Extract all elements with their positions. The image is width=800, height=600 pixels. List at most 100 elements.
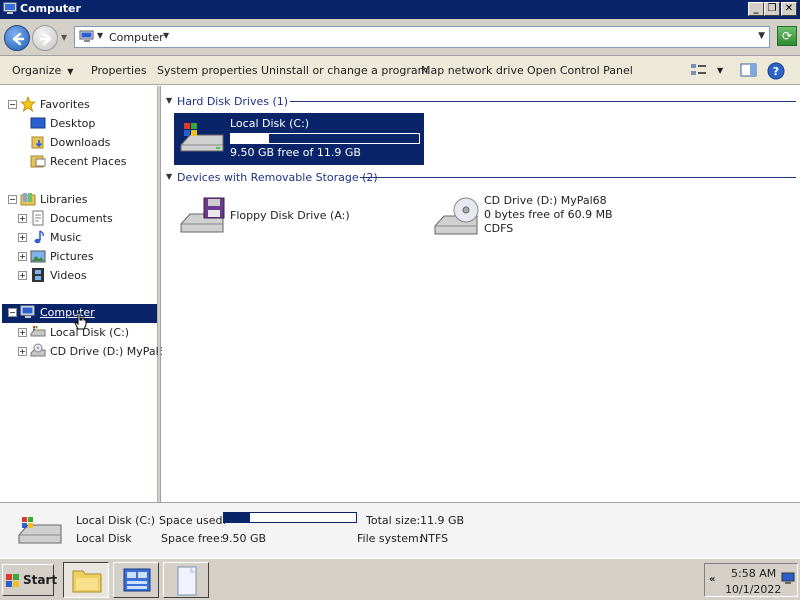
- expand-icon[interactable]: +: [18, 271, 27, 280]
- close-button[interactable]: ✕: [781, 2, 797, 16]
- address-field[interactable]: ▼ Computer ▼ ▼: [74, 26, 770, 48]
- network-icon[interactable]: [781, 572, 795, 586]
- tree-item-pictures[interactable]: + Pictures: [18, 248, 156, 266]
- minimize-button[interactable]: _: [748, 2, 764, 16]
- collapse-icon[interactable]: −: [8, 100, 17, 109]
- open-control-panel-button[interactable]: Open Control Panel: [527, 64, 633, 77]
- libraries-icon: [20, 193, 36, 206]
- drive-name: Floppy Disk Drive (A:): [230, 209, 350, 222]
- server-manager-icon: [123, 568, 151, 592]
- details-name: Local Disk (C:): [76, 514, 156, 527]
- breadcrumb-separator-icon[interactable]: ▼: [97, 31, 103, 40]
- recent-pages-dropdown-icon[interactable]: ▼: [61, 33, 67, 42]
- tree-item-label: Desktop: [50, 117, 96, 130]
- tree-item-label: Documents: [50, 212, 113, 225]
- address-dropdown-icon[interactable]: ▼: [758, 31, 765, 41]
- file-system-value: NTFS: [420, 532, 449, 545]
- collapse-group-icon[interactable]: ▼: [166, 96, 172, 105]
- tree-item-cd-drive[interactable]: + CD Drive (D:) MyPal68: [18, 343, 173, 361]
- drive-tile-floppy[interactable]: Floppy Disk Drive (A:): [174, 190, 424, 242]
- tree-item-label: Music: [50, 231, 82, 244]
- pane-splitter[interactable]: [158, 86, 161, 502]
- system-properties-button[interactable]: System properties: [157, 64, 258, 77]
- tree-item-videos[interactable]: + Videos: [18, 267, 156, 285]
- floppy-drive-icon: [180, 197, 225, 233]
- expand-icon[interactable]: +: [18, 214, 27, 223]
- document-icon: [177, 566, 197, 596]
- hard-drive-icon: [180, 123, 224, 152]
- folder-icon: [72, 570, 102, 593]
- tree-item-recent-places[interactable]: Recent Places: [18, 153, 156, 171]
- uninstall-program-button[interactable]: Uninstall or change a program: [261, 64, 428, 77]
- preview-pane-icon[interactable]: [740, 62, 758, 78]
- drive-free-space: 0 bytes free of 60.9 MB: [484, 208, 613, 221]
- tree-item-documents[interactable]: + Documents: [18, 210, 156, 228]
- film-strip-icon: [32, 268, 44, 282]
- expand-icon[interactable]: +: [18, 347, 27, 356]
- tree-item-label: Local Disk (C:): [50, 326, 130, 339]
- drive-name: Local Disk (C:): [230, 117, 310, 130]
- chevron-down-icon: ▼: [67, 67, 74, 76]
- collapse-group-icon[interactable]: ▼: [166, 172, 172, 181]
- tree-item-favorites[interactable]: − Favorites: [8, 96, 156, 114]
- show-hidden-icons-button[interactable]: «: [709, 574, 715, 585]
- help-icon[interactable]: ?: [767, 62, 785, 80]
- help-glyph: ?: [773, 65, 779, 78]
- computer-icon: [79, 30, 94, 42]
- taskbar-notepad-button[interactable]: [163, 562, 209, 598]
- tree-item-label: Recent Places: [50, 155, 127, 168]
- breadcrumb-separator-icon[interactable]: ▼: [163, 31, 169, 40]
- content-pane: ▼ Hard Disk Drives (1) Local Disk (C:) 9…: [162, 86, 800, 502]
- views-icon[interactable]: [690, 62, 708, 78]
- collapse-icon[interactable]: −: [8, 308, 17, 317]
- expand-icon[interactable]: +: [18, 233, 27, 242]
- pictures-icon: [30, 250, 46, 263]
- back-button[interactable]: [4, 25, 30, 51]
- space-free-label: Space free:: [161, 532, 224, 545]
- downloads-folder-icon: [31, 136, 44, 149]
- tree-item-music[interactable]: + Music: [18, 229, 156, 247]
- breadcrumb-computer[interactable]: Computer: [109, 31, 164, 44]
- clock-time[interactable]: 5:58 AM: [731, 567, 776, 580]
- forward-button[interactable]: [32, 25, 58, 51]
- tree-item-downloads[interactable]: Downloads: [18, 134, 156, 152]
- organize-button[interactable]: Organize ▼: [12, 64, 73, 77]
- taskbar-explorer-button[interactable]: [63, 562, 109, 598]
- properties-button[interactable]: Properties: [91, 64, 147, 77]
- collapse-icon[interactable]: −: [8, 195, 17, 204]
- desktop-icon: [30, 117, 46, 129]
- start-label: Start: [23, 573, 58, 587]
- music-note-icon: [34, 230, 44, 244]
- maximize-button[interactable]: ❐: [764, 2, 780, 16]
- drive-tile-cd[interactable]: CD Drive (D:) MyPal68 0 bytes free of 60…: [428, 190, 678, 242]
- drive-free-space: 9.50 GB free of 11.9 GB: [230, 146, 361, 159]
- group-header-removable[interactable]: ▼ Devices with Removable Storage (2): [166, 170, 796, 184]
- expand-icon[interactable]: +: [18, 252, 27, 261]
- taskbar-server-manager-button[interactable]: [113, 562, 159, 598]
- hard-drive-icon: [30, 326, 46, 337]
- cd-drive-icon: [434, 197, 479, 235]
- disk-usage-fill: [231, 134, 269, 143]
- views-dropdown-icon[interactable]: ▼: [717, 66, 723, 75]
- group-header-label: Devices with Removable Storage (2): [177, 171, 378, 184]
- documents-icon: [32, 210, 44, 226]
- map-network-drive-button[interactable]: Map network drive: [421, 64, 524, 77]
- tree-item-desktop[interactable]: Desktop: [18, 115, 156, 133]
- drive-file-system: CDFS: [484, 222, 514, 235]
- tree-item-label: Downloads: [50, 136, 111, 149]
- expand-icon[interactable]: +: [18, 328, 27, 337]
- windows-logo-icon: [6, 574, 19, 587]
- details-type: Local Disk: [76, 532, 132, 545]
- back-arrow-icon: [12, 32, 25, 46]
- start-button[interactable]: Start: [2, 564, 58, 596]
- tree-item-libraries[interactable]: − Libraries: [8, 191, 156, 209]
- tree-item-label: Libraries: [40, 193, 88, 206]
- clock-date[interactable]: 10/1/2022: [725, 583, 781, 596]
- hand-cursor-icon: [74, 312, 87, 330]
- tree-item-label: Pictures: [50, 250, 94, 263]
- refresh-button[interactable]: ⟳: [777, 26, 797, 46]
- navigation-pane: − Favorites Desktop Downloads Recent Pla…: [0, 86, 173, 502]
- group-header-hard-disks[interactable]: ▼ Hard Disk Drives (1): [166, 94, 796, 108]
- tree-item-label: Videos: [50, 269, 87, 282]
- drive-tile-local-disk[interactable]: Local Disk (C:) 9.50 GB free of 11.9 GB: [174, 113, 424, 165]
